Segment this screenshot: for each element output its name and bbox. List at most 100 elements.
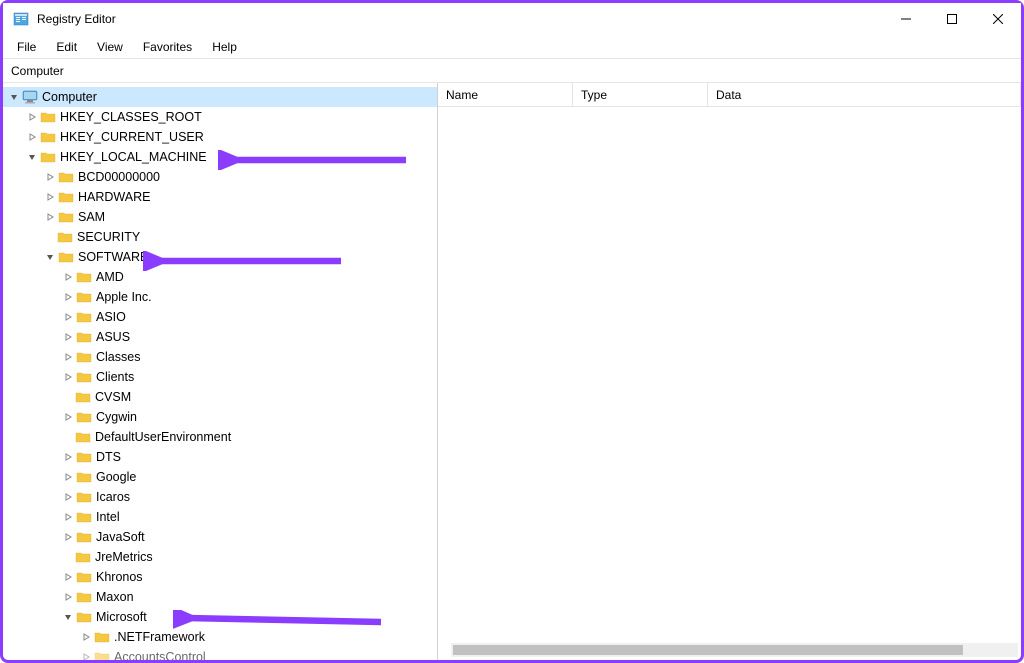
tree-node-computer[interactable]: Computer xyxy=(3,87,437,107)
tree-label: ASIO xyxy=(96,310,126,324)
tree-panel[interactable]: Computer HKEY_CLASSES_ROOT HKEY_CURRENT_… xyxy=(3,83,438,660)
tree-node-cygwin[interactable]: Cygwin xyxy=(3,407,437,427)
chevron-right-icon[interactable] xyxy=(61,570,75,584)
tree-label: AMD xyxy=(96,270,124,284)
tree-node-cvsm[interactable]: CVSM xyxy=(3,387,437,407)
tree-node-bcd[interactable]: BCD00000000 xyxy=(3,167,437,187)
menubar: File Edit View Favorites Help xyxy=(3,35,1021,59)
tree-label: Google xyxy=(96,470,136,484)
chevron-right-icon[interactable] xyxy=(61,350,75,364)
chevron-right-icon[interactable] xyxy=(79,630,93,644)
maximize-button[interactable] xyxy=(929,3,975,35)
chevron-down-icon[interactable] xyxy=(25,150,39,164)
addressbar[interactable]: Computer xyxy=(3,59,1021,83)
tree-label: Classes xyxy=(96,350,140,364)
computer-icon xyxy=(22,90,38,104)
menu-view[interactable]: View xyxy=(87,38,133,56)
tree-node-jremetrics[interactable]: JreMetrics xyxy=(3,547,437,567)
tree-node-icaros[interactable]: Icaros xyxy=(3,487,437,507)
tree-label: DTS xyxy=(96,450,121,464)
chevron-right-icon[interactable] xyxy=(43,170,57,184)
column-data[interactable]: Data xyxy=(708,83,1021,106)
tree-node-hkcu[interactable]: HKEY_CURRENT_USER xyxy=(3,127,437,147)
menu-favorites[interactable]: Favorites xyxy=(133,38,202,56)
window-title: Registry Editor xyxy=(37,12,883,26)
tree-label: HKEY_CLASSES_ROOT xyxy=(60,110,202,124)
chevron-down-icon[interactable] xyxy=(7,90,21,104)
tree-node-hkcr[interactable]: HKEY_CLASSES_ROOT xyxy=(3,107,437,127)
tree-label: AccountsControl xyxy=(114,650,206,660)
tree-node-microsoft[interactable]: Microsoft xyxy=(3,607,437,627)
close-button[interactable] xyxy=(975,3,1021,35)
list-body[interactable] xyxy=(438,107,1021,660)
tree-node-security[interactable]: SECURITY xyxy=(3,227,437,247)
tree-node-google[interactable]: Google xyxy=(3,467,437,487)
tree-node-asio[interactable]: ASIO xyxy=(3,307,437,327)
chevron-right-icon[interactable] xyxy=(43,210,57,224)
tree-node-apple[interactable]: Apple Inc. xyxy=(3,287,437,307)
tree-node-software[interactable]: SOFTWARE xyxy=(3,247,437,267)
folder-icon xyxy=(76,530,92,544)
folder-icon xyxy=(76,370,92,384)
tree-label: Clients xyxy=(96,370,134,384)
tree-node-clients[interactable]: Clients xyxy=(3,367,437,387)
folder-icon xyxy=(76,610,92,624)
menu-help[interactable]: Help xyxy=(202,38,247,56)
tree-node-netframework[interactable]: .NETFramework xyxy=(3,627,437,647)
chevron-right-icon[interactable] xyxy=(43,190,57,204)
tree-node-maxon[interactable]: Maxon xyxy=(3,587,437,607)
chevron-right-icon[interactable] xyxy=(61,410,75,424)
tree-label: HKEY_CURRENT_USER xyxy=(60,130,204,144)
tree-label: CVSM xyxy=(95,390,131,404)
folder-icon xyxy=(75,390,91,404)
chevron-right-icon[interactable] xyxy=(61,450,75,464)
folder-icon xyxy=(76,330,92,344)
folder-icon xyxy=(76,290,92,304)
window-controls xyxy=(883,3,1021,35)
chevron-right-icon[interactable] xyxy=(61,290,75,304)
tree-label: Khronos xyxy=(96,570,143,584)
tree-node-intel[interactable]: Intel xyxy=(3,507,437,527)
folder-icon xyxy=(58,250,74,264)
tree-node-hklm[interactable]: HKEY_LOCAL_MACHINE xyxy=(3,147,437,167)
chevron-right-icon[interactable] xyxy=(61,590,75,604)
tree-node-classes[interactable]: Classes xyxy=(3,347,437,367)
tree-node-hardware[interactable]: HARDWARE xyxy=(3,187,437,207)
column-name[interactable]: Name xyxy=(438,83,573,106)
chevron-down-icon[interactable] xyxy=(61,610,75,624)
tree-label: JavaSoft xyxy=(96,530,145,544)
chevron-right-icon[interactable] xyxy=(61,470,75,484)
tree-label: Microsoft xyxy=(96,610,147,624)
tree-label: Computer xyxy=(42,90,97,104)
chevron-right-icon[interactable] xyxy=(61,330,75,344)
list-panel: Name Type Data xyxy=(438,83,1021,660)
tree-label: Cygwin xyxy=(96,410,137,424)
tree-node-defaultuser[interactable]: DefaultUserEnvironment xyxy=(3,427,437,447)
folder-icon xyxy=(76,570,92,584)
chevron-right-icon[interactable] xyxy=(61,510,75,524)
tree-node-asus[interactable]: ASUS xyxy=(3,327,437,347)
tree-node-amd[interactable]: AMD xyxy=(3,267,437,287)
tree-node-khronos[interactable]: Khronos xyxy=(3,567,437,587)
chevron-right-icon[interactable] xyxy=(61,530,75,544)
horizontal-scrollbar[interactable] xyxy=(451,643,1018,657)
chevron-right-icon[interactable] xyxy=(61,310,75,324)
tree-node-javasoft[interactable]: JavaSoft xyxy=(3,527,437,547)
folder-icon xyxy=(75,430,91,444)
menu-file[interactable]: File xyxy=(7,38,46,56)
tree-node-dts[interactable]: DTS xyxy=(3,447,437,467)
chevron-right-icon[interactable] xyxy=(61,370,75,384)
chevron-right-icon[interactable] xyxy=(25,110,39,124)
chevron-right-icon[interactable] xyxy=(61,270,75,284)
tree-node-sam[interactable]: SAM xyxy=(3,207,437,227)
minimize-button[interactable] xyxy=(883,3,929,35)
chevron-right-icon[interactable] xyxy=(61,490,75,504)
chevron-down-icon[interactable] xyxy=(43,250,57,264)
tree-label: Icaros xyxy=(96,490,130,504)
chevron-right-icon[interactable] xyxy=(79,650,93,660)
tree-label: Maxon xyxy=(96,590,134,604)
column-type[interactable]: Type xyxy=(573,83,708,106)
menu-edit[interactable]: Edit xyxy=(46,38,87,56)
tree-node-accountscontrol[interactable]: AccountsControl xyxy=(3,647,437,660)
chevron-right-icon[interactable] xyxy=(25,130,39,144)
